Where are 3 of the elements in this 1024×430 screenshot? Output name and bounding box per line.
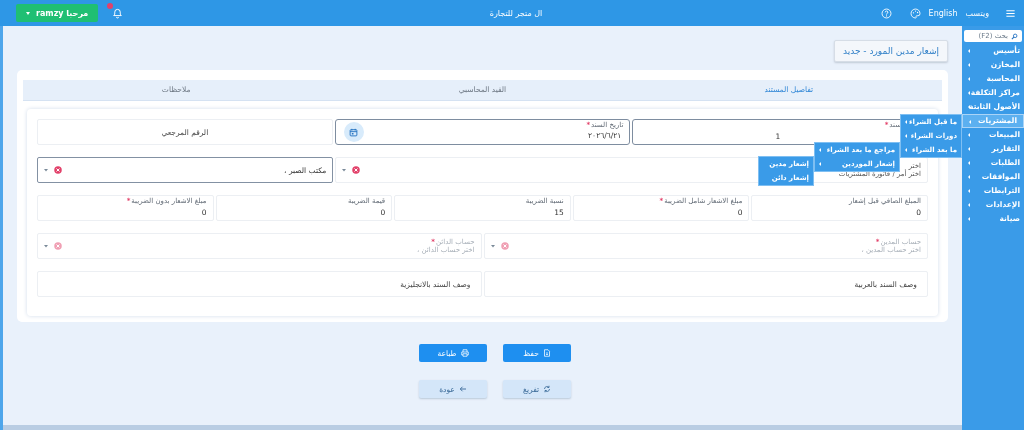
store-name: ال متجر للتجارة — [489, 8, 543, 18]
page-title: إشعار مدين المورد - جديد — [833, 40, 948, 62]
top-bar-label: ويتسب — [965, 8, 989, 18]
